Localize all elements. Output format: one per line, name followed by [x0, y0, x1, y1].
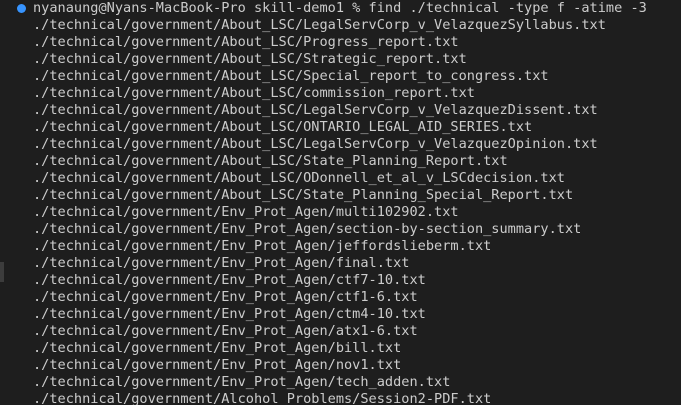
- output-line: ./technical/government/Env_Prot_Agen/ctf…: [33, 289, 418, 305]
- output-line: ./technical/government/About_LSC/LegalSe…: [33, 102, 598, 118]
- output-line: ./technical/government/About_LSC/commiss…: [33, 85, 475, 101]
- output-line: ./technical/government/Env_Prot_Agen/nov…: [33, 357, 402, 373]
- output-line: ./technical/government/About_LSC/ODonnel…: [33, 170, 565, 186]
- output-line: ./technical/government/Env_Prot_Agen/fin…: [33, 255, 410, 271]
- output-line: ./technical/government/About_LSC/Strateg…: [33, 51, 467, 67]
- output-line: ./technical/government/Alcohol_Problems/…: [33, 391, 492, 405]
- output-line: ./technical/government/About_LSC/ONTARIO…: [33, 119, 533, 135]
- output-line: ./technical/government/Env_Prot_Agen/atx…: [33, 323, 418, 339]
- output-line: ./technical/government/About_LSC/State_P…: [33, 187, 574, 203]
- output-line: ./technical/government/Env_Prot_Agen/ctm…: [33, 306, 426, 322]
- output-line: ./technical/government/Env_Prot_Agen/tec…: [33, 374, 451, 390]
- output-line: ./technical/government/Env_Prot_Agen/bil…: [33, 340, 402, 356]
- terminal-panel[interactable]: nyanaung@Nyans-MacBook-Pro skill-demo1 %…: [0, 0, 681, 405]
- output-line: ./technical/government/Env_Prot_Agen/sec…: [33, 221, 582, 237]
- output-line: ./technical/government/Env_Prot_Agen/ctf…: [33, 272, 426, 288]
- scroll-marker: [0, 262, 4, 282]
- output-line: ./technical/government/About_LSC/State_P…: [33, 153, 508, 169]
- output-line: ./technical/government/Env_Prot_Agen/jef…: [33, 238, 492, 254]
- command-status-dot-icon[interactable]: [17, 4, 26, 13]
- output-line: ./technical/government/About_LSC/Special…: [33, 68, 549, 84]
- output-line: ./technical/government/Env_Prot_Agen/mul…: [33, 204, 459, 220]
- output-line: ./technical/government/About_LSC/LegalSe…: [33, 17, 606, 33]
- output-line: ./technical/government/About_LSC/Progres…: [33, 34, 459, 50]
- output-line: ./technical/government/About_LSC/LegalSe…: [33, 136, 598, 152]
- command-prompt-line: nyanaung@Nyans-MacBook-Pro skill-demo1 %…: [33, 0, 647, 16]
